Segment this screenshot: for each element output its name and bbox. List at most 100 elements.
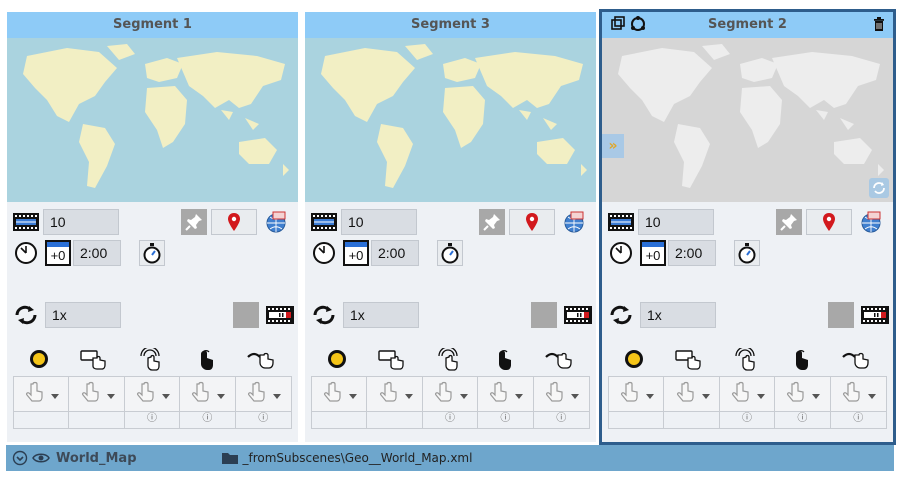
pushpin-icon[interactable] — [479, 209, 505, 235]
visibility-eye-icon[interactable] — [32, 451, 50, 465]
loop-icon[interactable] — [13, 302, 39, 328]
world-map — [305, 38, 596, 202]
hand-pull-icon[interactable] — [544, 348, 576, 376]
map-preview[interactable]: » — [602, 38, 893, 202]
film-end-icon[interactable] — [860, 302, 890, 328]
chevron-down-icon — [812, 385, 821, 404]
hand-swipe-icon[interactable] — [377, 348, 407, 376]
stopwatch-icon[interactable] — [734, 240, 760, 266]
time-input[interactable]: 2:00 — [668, 240, 716, 266]
time-input[interactable]: 2:00 — [73, 240, 121, 266]
location-pin-icon[interactable] — [509, 209, 555, 235]
info-icon[interactable]: ⓘ — [831, 410, 886, 428]
duration-input[interactable]: 10 — [638, 209, 714, 235]
pushpin-icon[interactable] — [181, 209, 207, 235]
map-preview[interactable] — [305, 38, 596, 202]
hand-ring-icon[interactable] — [436, 346, 462, 376]
segment-header[interactable]: Segment 2 — [602, 12, 893, 38]
segment-panel-2[interactable]: Segment 2 » 10 +0 2:00 1x ⓘ ⓘ ⓘ — [599, 9, 896, 445]
gesture-action-dropdown[interactable] — [830, 377, 886, 411]
gesture-action-dropdown[interactable] — [719, 377, 776, 411]
record-dot-icon[interactable] — [623, 348, 645, 376]
hand-swipe-icon[interactable] — [674, 348, 704, 376]
info-icon[interactable]: ⓘ — [775, 410, 831, 428]
gesture-action-dropdown[interactable] — [180, 377, 236, 411]
segment-header[interactable]: Segment 1 — [7, 12, 298, 38]
map-preview[interactable] — [7, 38, 298, 202]
hand-ring-icon[interactable] — [138, 346, 164, 376]
chevron-down-icon — [756, 385, 765, 404]
hand-ring-icon[interactable] — [733, 346, 759, 376]
hand-swipe-icon[interactable] — [79, 348, 109, 376]
info-icon[interactable]: ⓘ — [720, 410, 776, 428]
stopwatch-icon[interactable] — [437, 240, 463, 266]
chevron-down-icon — [349, 385, 358, 404]
time-row: +0 2:00 — [602, 240, 893, 266]
hand-grab-icon[interactable] — [788, 348, 812, 376]
record-dot-icon[interactable] — [28, 348, 50, 376]
location-pin-icon[interactable] — [211, 209, 257, 235]
loop-count-input[interactable]: 1x — [640, 302, 716, 328]
chevron-down-icon — [459, 385, 468, 404]
globe-icon[interactable] — [858, 209, 884, 235]
hand-pointer-icon — [487, 381, 509, 407]
hand-pointer-icon — [840, 381, 862, 407]
calendar-icon[interactable]: +0 — [45, 240, 71, 266]
location-pin-icon[interactable] — [806, 209, 852, 235]
hand-pointer-icon — [674, 381, 696, 407]
gesture-action-dropdown[interactable] — [609, 377, 665, 411]
loop-count-input[interactable]: 1x — [45, 302, 121, 328]
gesture-action-dropdown[interactable] — [478, 377, 534, 411]
time-offset-label: +0 — [645, 248, 661, 263]
info-icon[interactable]: ⓘ — [125, 410, 181, 428]
globe-icon[interactable] — [263, 209, 289, 235]
gesture-action-dropdown[interactable] — [124, 377, 181, 411]
duration-input[interactable]: 10 — [43, 209, 119, 235]
segment-header[interactable]: Segment 3 — [305, 12, 596, 38]
hand-pull-icon[interactable] — [246, 348, 278, 376]
expand-circle-icon[interactable] — [12, 450, 28, 466]
loop-icon[interactable] — [608, 302, 634, 328]
info-icon[interactable]: ⓘ — [236, 410, 291, 428]
gesture-action-dropdown[interactable] — [664, 377, 720, 411]
hand-pull-icon[interactable] — [841, 348, 873, 376]
loop-count-input[interactable]: 1x — [343, 302, 419, 328]
gesture-action-dropdown[interactable] — [69, 377, 125, 411]
hand-grab-icon[interactable] — [491, 348, 515, 376]
expand-arrow-icon[interactable]: » — [602, 134, 624, 158]
color-swatch[interactable] — [531, 302, 557, 328]
pushpin-icon[interactable] — [776, 209, 802, 235]
gesture-action-dropdown[interactable] — [775, 377, 831, 411]
gesture-icons-row — [7, 346, 298, 376]
film-end-icon[interactable] — [563, 302, 593, 328]
gesture-action-dropdown[interactable] — [422, 377, 479, 411]
stopwatch-icon[interactable] — [139, 240, 165, 266]
info-icon[interactable]: ⓘ — [478, 410, 534, 428]
film-end-icon[interactable] — [265, 302, 295, 328]
gesture-action-dropdown[interactable] — [367, 377, 423, 411]
refresh-icon[interactable] — [869, 178, 889, 198]
record-dot-icon[interactable] — [326, 348, 348, 376]
segment-panel-1[interactable]: Segment 1 10 +0 2:00 1x ⓘ ⓘ ⓘ — [7, 12, 298, 442]
duration-row: 10 — [602, 209, 893, 235]
duration-input[interactable]: 10 — [341, 209, 417, 235]
gesture-action-dropdown[interactable] — [312, 377, 368, 411]
hand-grab-icon[interactable] — [193, 348, 217, 376]
globe-icon[interactable] — [561, 209, 587, 235]
segment-panel-3[interactable]: Segment 3 10 +0 2:00 1x ⓘ ⓘ ⓘ — [305, 12, 596, 442]
color-swatch[interactable] — [828, 302, 854, 328]
hand-pointer-icon — [432, 381, 454, 407]
calendar-icon[interactable]: +0 — [640, 240, 666, 266]
gesture-action-dropdown[interactable] — [14, 377, 70, 411]
gesture-action-dropdown[interactable] — [533, 377, 589, 411]
gesture-action-dropdown[interactable] — [235, 377, 291, 411]
info-icon[interactable]: ⓘ — [423, 410, 479, 428]
loop-icon[interactable] — [311, 302, 337, 328]
loop-row: 1x — [602, 302, 893, 328]
calendar-icon[interactable]: +0 — [343, 240, 369, 266]
time-input[interactable]: 2:00 — [371, 240, 419, 266]
world-map — [602, 38, 893, 202]
info-icon[interactable]: ⓘ — [534, 410, 589, 428]
info-icon[interactable]: ⓘ — [180, 410, 236, 428]
color-swatch[interactable] — [233, 302, 259, 328]
